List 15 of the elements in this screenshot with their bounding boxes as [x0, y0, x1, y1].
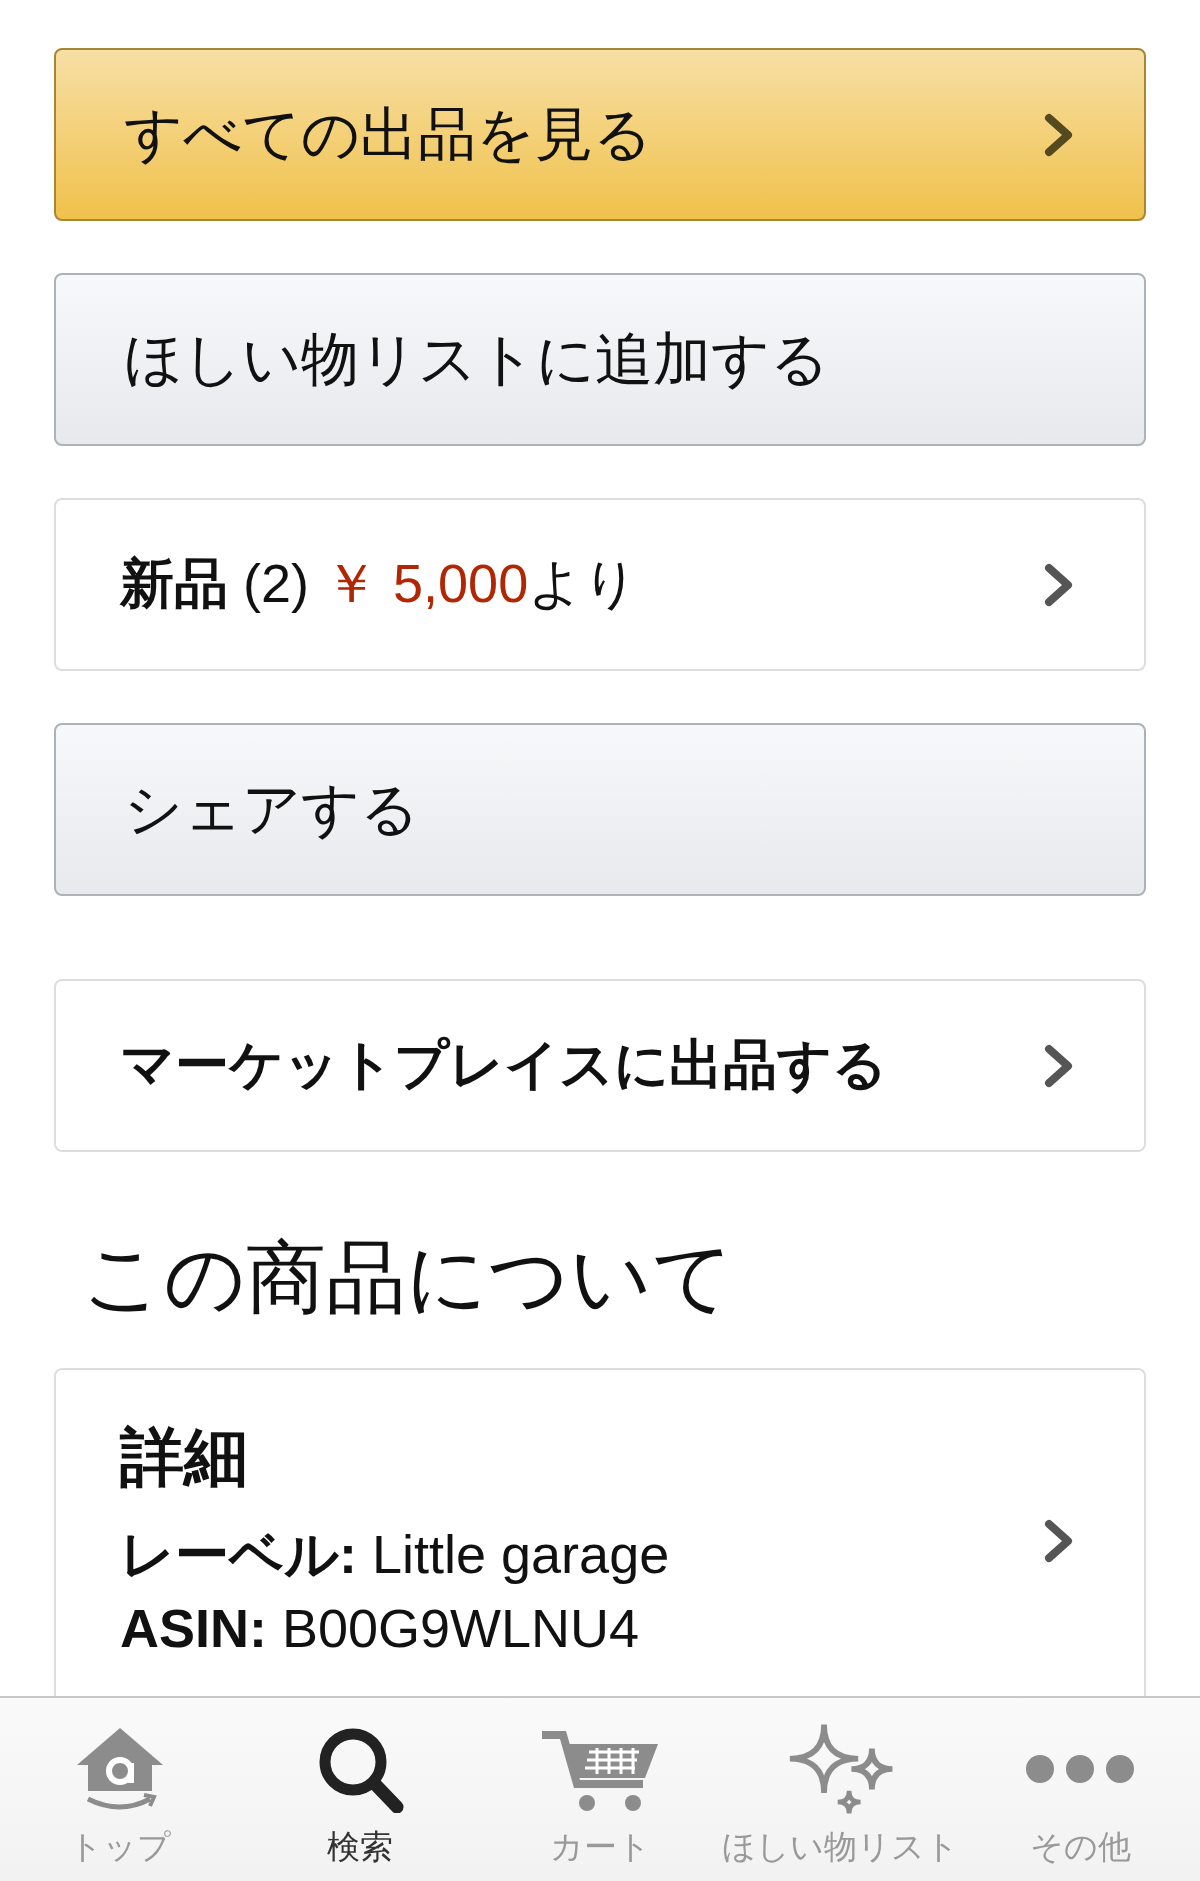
action-button[interactable]: シェアする — [54, 723, 1146, 896]
action-button[interactable]: ほしい物リストに追加する — [54, 273, 1146, 446]
chevron-icon — [1044, 562, 1074, 607]
details-title: 詳細 — [120, 1420, 249, 1495]
search-tab[interactable]: 検索 — [315, 1720, 405, 1868]
chevron-icon — [1044, 112, 1074, 157]
more-icon — [1025, 1754, 1135, 1784]
section-heading: この商品について — [82, 1232, 735, 1324]
see-all-offers-button[interactable]: すべての出品を見る — [54, 48, 1146, 221]
sell-link[interactable]: マーケットプレイスに出品する — [54, 979, 1146, 1152]
chevron-icon — [1044, 1043, 1074, 1088]
detail-line: ASIN: B00G9WLNU4 — [120, 1597, 641, 1660]
chevron-icon — [1044, 1518, 1074, 1563]
detail-line: レーベル: Little garage — [120, 1523, 670, 1586]
new-offers-link[interactable]: 新品 (2) ￥ 5,000より — [54, 498, 1146, 671]
